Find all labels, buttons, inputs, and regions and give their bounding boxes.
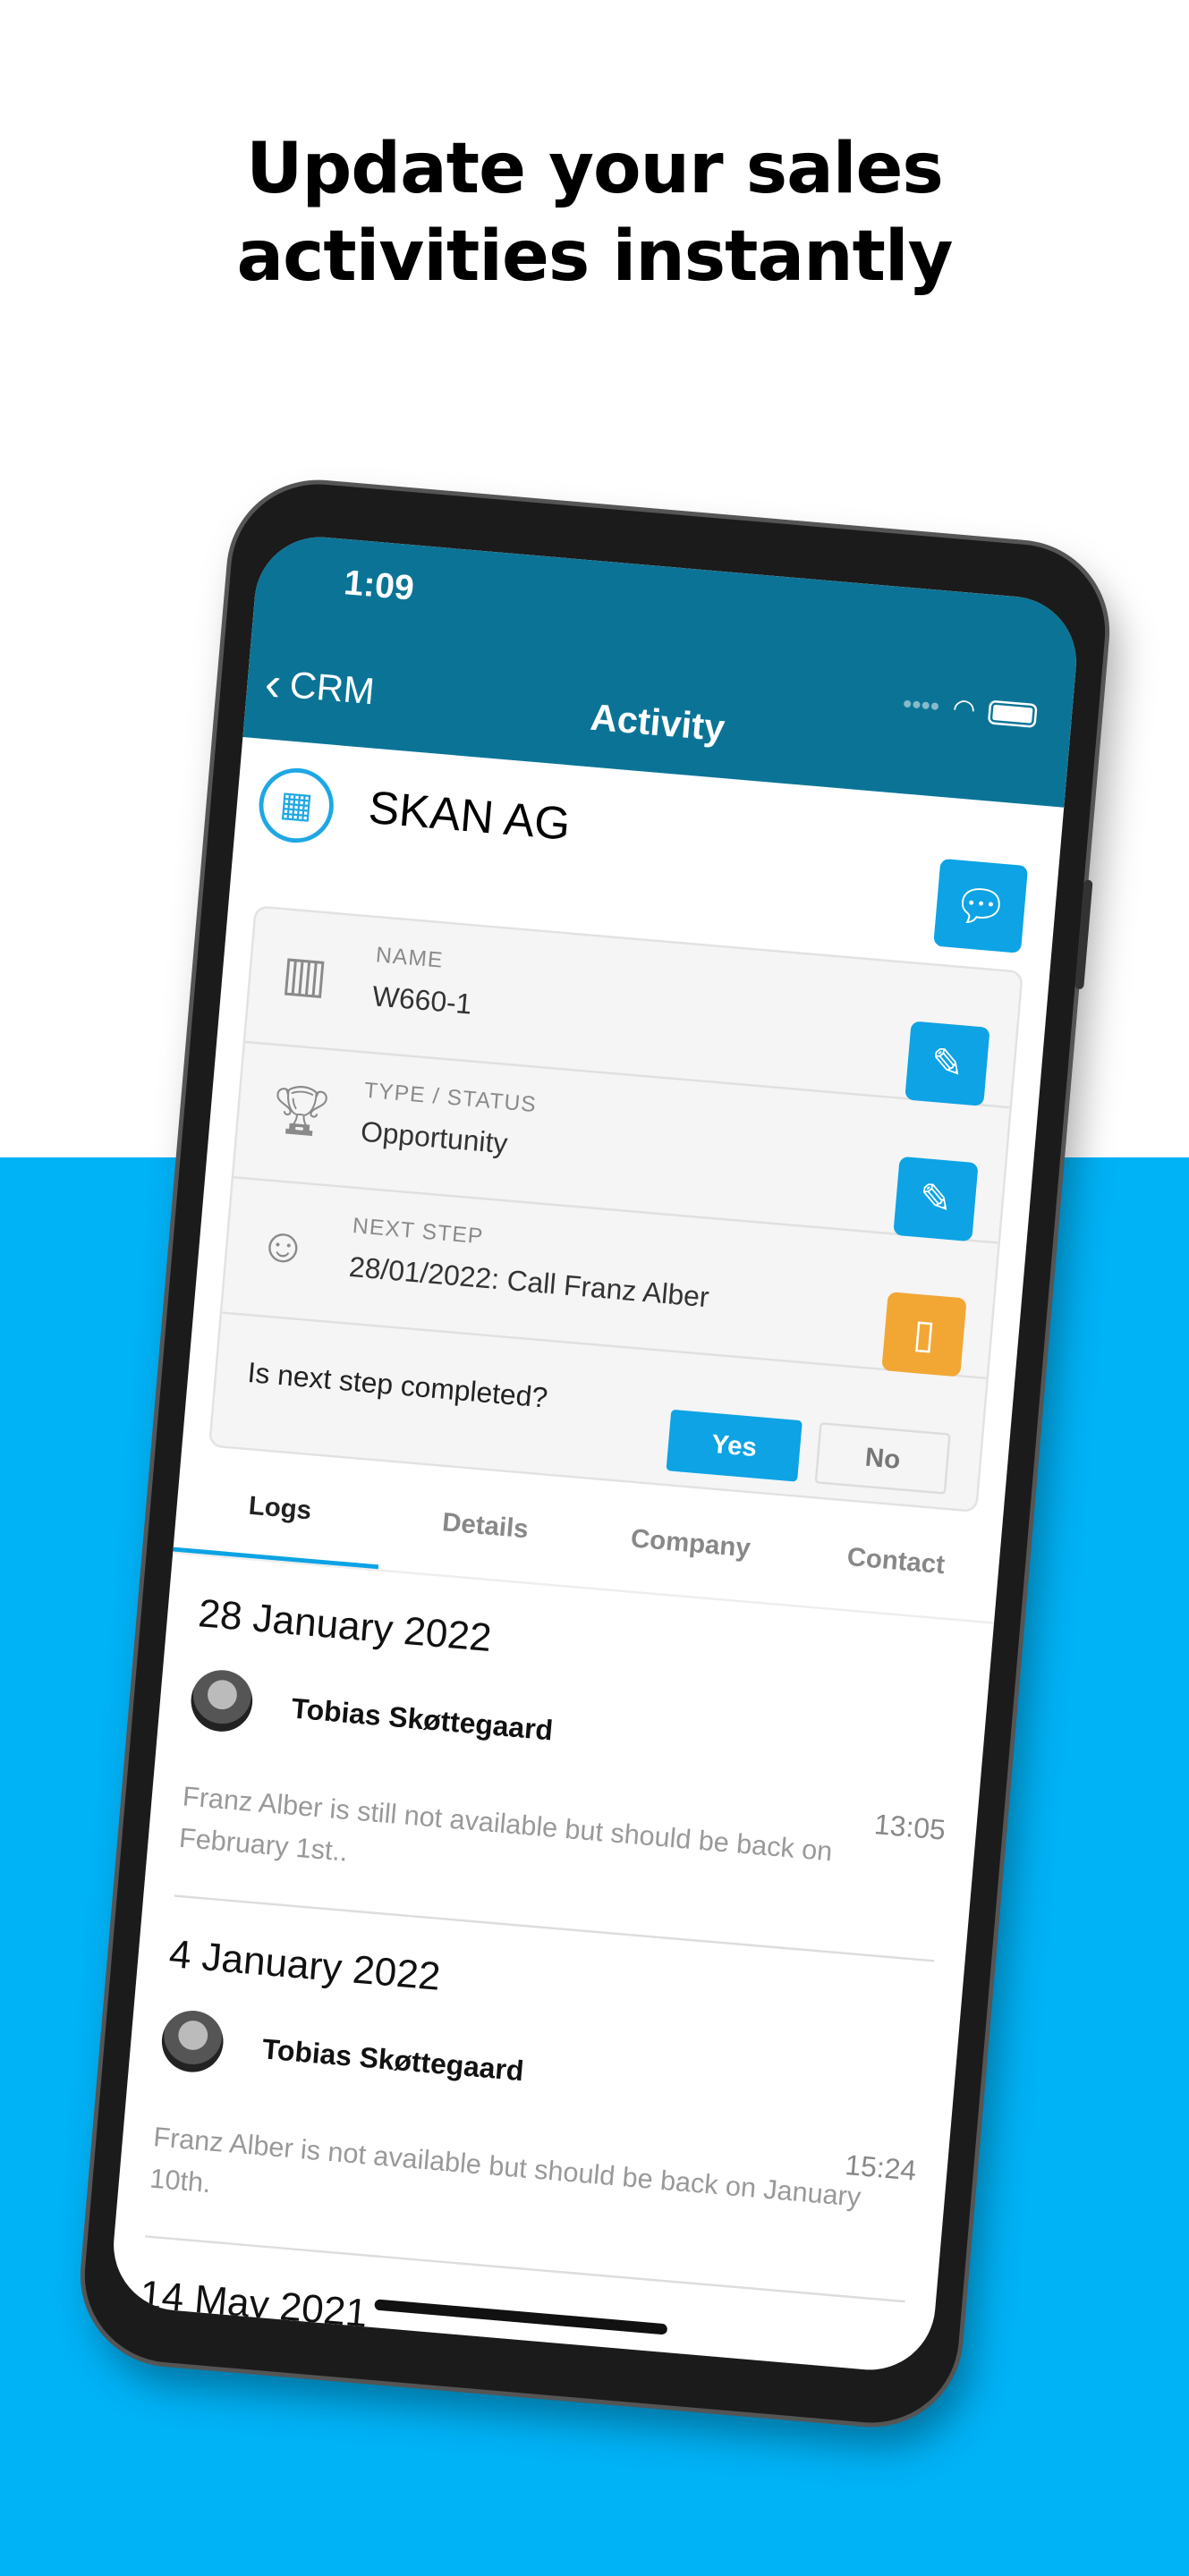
field-label: TYPE / STATUS bbox=[362, 1080, 538, 1119]
trophy-icon: 🏆︎ bbox=[268, 1080, 335, 1140]
question-label: Is next step completed? bbox=[246, 1355, 549, 1414]
log-time: 15:24 bbox=[844, 2148, 918, 2187]
field-value: Opportunity bbox=[359, 1114, 509, 1160]
headline: Update your sales activities instantly bbox=[0, 125, 1189, 301]
phone-icon: ▯ bbox=[911, 1310, 938, 1357]
no-button[interactable]: No bbox=[814, 1421, 951, 1495]
headset-icon: ☺ bbox=[256, 1216, 310, 1275]
log-author: Tobias Skøttegaard bbox=[290, 1690, 555, 1746]
chat-button[interactable]: 💬︎ bbox=[933, 858, 1029, 953]
status-time: 1:09 bbox=[342, 565, 416, 609]
headline-line-1: Update your sales bbox=[246, 129, 944, 209]
yes-button[interactable]: Yes bbox=[666, 1409, 803, 1482]
field-value: 28/01/2022: Call Franz Alber bbox=[347, 1250, 711, 1314]
log-text: Franz Alber is not available but should … bbox=[149, 2122, 862, 2214]
status-icons: •••• ◠ bbox=[902, 688, 1039, 730]
field-label: NAME bbox=[374, 944, 445, 975]
wifi-icon: ◠ bbox=[951, 692, 977, 725]
side-button bbox=[1074, 879, 1093, 990]
tab-company[interactable]: Company bbox=[583, 1488, 797, 1605]
phone-screen: 1:09 •••• ◠ ‹ CRM Activity ▦ SKAN AG 💬︎ … bbox=[108, 531, 1082, 2376]
headline-line-2: activities instantly bbox=[236, 216, 954, 297]
tab-contact[interactable]: Contact bbox=[789, 1506, 1003, 1623]
field-label: NEXT STEP bbox=[351, 1215, 485, 1250]
log-text: Franz Alber is still not available but s… bbox=[177, 1781, 834, 1868]
field-value: W660-1 bbox=[370, 979, 473, 1021]
tab-logs[interactable]: Logs bbox=[173, 1453, 387, 1570]
tab-details[interactable]: Details bbox=[378, 1470, 592, 1587]
battery-icon bbox=[987, 699, 1038, 727]
signal-icon: •••• bbox=[901, 688, 941, 723]
call-button[interactable]: ▯ bbox=[881, 1292, 967, 1377]
log-entry[interactable]: 28 January 2022 Tobias Skøttegaard 13:05… bbox=[143, 1554, 993, 1964]
chat-bubbles-icon: 💬︎ bbox=[950, 880, 1011, 934]
building-icon: ▦ bbox=[256, 765, 337, 846]
avatar bbox=[159, 2008, 226, 2075]
building-icon: ▥ bbox=[279, 945, 330, 1004]
activity-card: ▥ NAME W660-1 ✎ 🏆︎ TYPE / STATUS Opportu… bbox=[208, 905, 1024, 1513]
log-entry[interactable]: 4 January 2022 Tobias Skøttegaard 15:24 … bbox=[115, 1894, 964, 2305]
edit-type-button[interactable]: ✎ bbox=[893, 1156, 979, 1242]
avatar bbox=[188, 1667, 255, 1734]
phone-frame: 1:09 •••• ◠ ‹ CRM Activity ▦ SKAN AG 💬︎ … bbox=[77, 477, 1113, 2430]
edit-name-button[interactable]: ✎ bbox=[904, 1021, 990, 1106]
pencil-icon: ✎ bbox=[917, 1174, 955, 1222]
log-author: Tobias Skøttegaard bbox=[260, 2030, 526, 2087]
pencil-icon: ✎ bbox=[929, 1038, 966, 1086]
company-name[interactable]: SKAN AG bbox=[366, 784, 573, 853]
log-time: 13:05 bbox=[872, 1807, 947, 1847]
